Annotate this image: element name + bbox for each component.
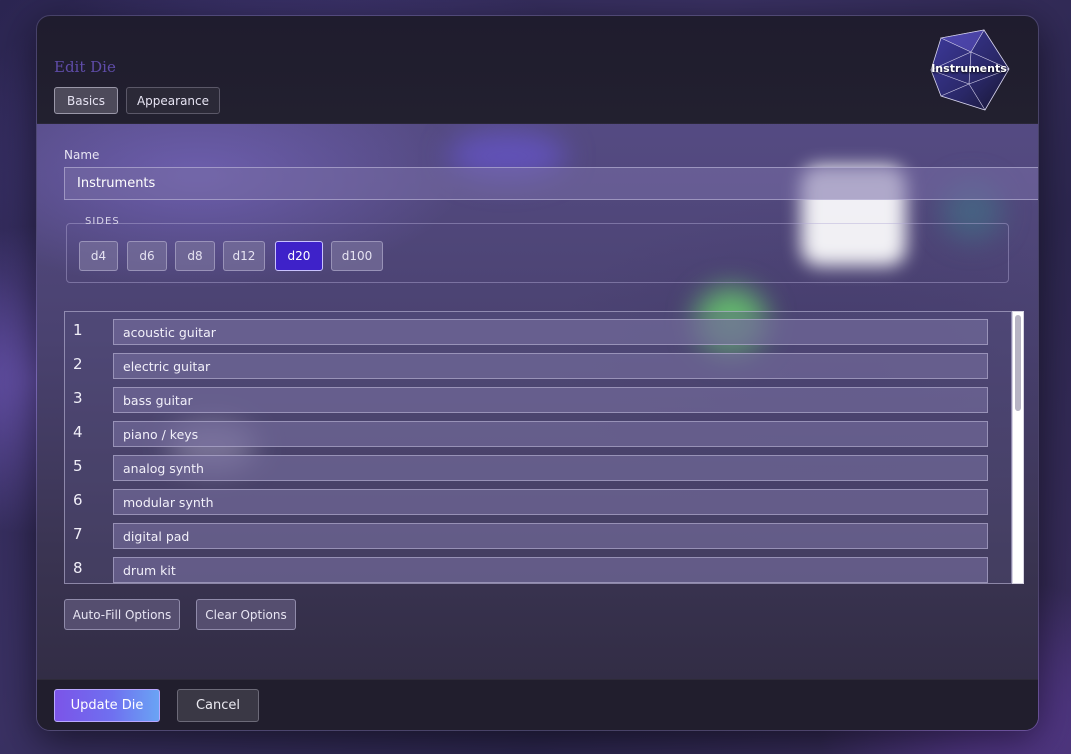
list-item: 2: [65, 353, 1005, 379]
dialog-title: Edit Die: [54, 58, 116, 76]
edit-die-dialog: Edit Die Basics Appearance Instruments N…: [36, 15, 1039, 731]
option-number: 8: [73, 559, 83, 577]
option-input[interactable]: [113, 353, 988, 379]
option-number: 5: [73, 457, 83, 475]
options-scrollbar[interactable]: [1012, 311, 1024, 584]
option-input[interactable]: [113, 455, 988, 481]
list-item: 8: [65, 557, 1005, 583]
option-number: 4: [73, 423, 83, 441]
clear-options-button[interactable]: Clear Options: [196, 599, 296, 630]
list-item: 6: [65, 489, 1005, 515]
option-number: 2: [73, 355, 83, 373]
side-option-d6[interactable]: d6: [127, 241, 167, 271]
option-input[interactable]: [113, 523, 988, 549]
die-preview-label: Instruments: [931, 62, 1007, 75]
tab-appearance[interactable]: Appearance: [126, 87, 220, 114]
option-input[interactable]: [113, 557, 988, 583]
update-die-button[interactable]: Update Die: [54, 689, 160, 722]
tab-basics[interactable]: Basics: [54, 87, 118, 114]
option-number: 7: [73, 525, 83, 543]
list-item: 3: [65, 387, 1005, 413]
scrollbar-thumb[interactable]: [1015, 315, 1021, 411]
cancel-button[interactable]: Cancel: [177, 689, 259, 722]
option-input[interactable]: [113, 489, 988, 515]
sides-legend: SIDES: [85, 216, 120, 227]
side-option-d8[interactable]: d8: [175, 241, 215, 271]
dialog-header: Edit Die Basics Appearance Instruments: [37, 16, 1038, 124]
side-option-d4[interactable]: d4: [79, 241, 118, 271]
side-option-d20[interactable]: d20: [275, 241, 323, 271]
side-option-d12[interactable]: d12: [223, 241, 265, 271]
list-item: 7: [65, 523, 1005, 549]
name-input[interactable]: [64, 167, 1038, 200]
option-number: 1: [73, 321, 83, 339]
name-label: Name: [64, 148, 100, 162]
option-number: 6: [73, 491, 83, 509]
options-list: 1 2 3 4 5 6 7 8: [64, 311, 1012, 584]
auto-fill-options-button[interactable]: Auto-Fill Options: [64, 599, 180, 630]
option-input[interactable]: [113, 387, 988, 413]
option-input[interactable]: [113, 319, 988, 345]
side-option-d100[interactable]: d100: [331, 241, 383, 271]
die-preview-icon: Instruments: [927, 26, 1011, 112]
list-item: 1: [65, 319, 1005, 345]
option-number: 3: [73, 389, 83, 407]
dialog-footer: Update Die Cancel: [37, 679, 1038, 730]
list-item: 4: [65, 421, 1005, 447]
option-input[interactable]: [113, 421, 988, 447]
list-item: 5: [65, 455, 1005, 481]
